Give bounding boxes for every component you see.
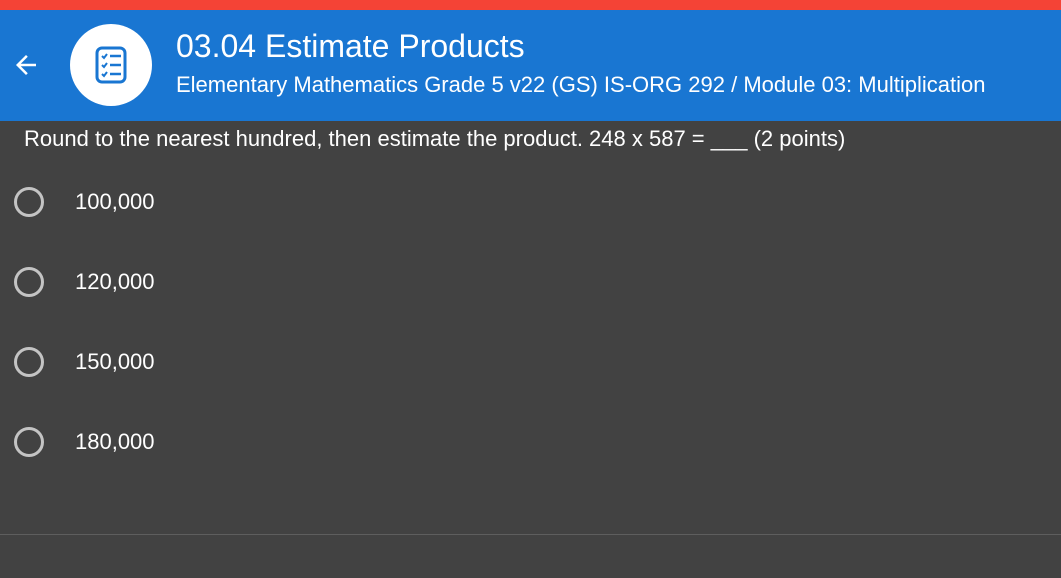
question-text: Round to the nearest hundred, then estim… bbox=[24, 126, 846, 151]
app-bar: 03.04 Estimate Products Elementary Mathe… bbox=[0, 10, 1061, 121]
back-button[interactable] bbox=[8, 47, 44, 83]
answer-label: 150,000 bbox=[75, 349, 155, 374]
answer-option-2[interactable]: 120,000 bbox=[14, 262, 414, 302]
radio-button[interactable] bbox=[14, 427, 44, 457]
page-title: 03.04 Estimate Products bbox=[176, 28, 525, 64]
answer-option-1[interactable]: 100,000 bbox=[14, 182, 414, 222]
course-breadcrumb: Elementary Mathematics Grade 5 v22 (GS) … bbox=[176, 72, 986, 97]
divider bbox=[0, 534, 1061, 535]
checklist-icon bbox=[95, 46, 127, 84]
lesson-avatar bbox=[70, 24, 152, 106]
status-strip bbox=[0, 0, 1061, 10]
arrow-left-icon bbox=[16, 55, 36, 75]
answer-option-4[interactable]: 180,000 bbox=[14, 422, 414, 462]
radio-button[interactable] bbox=[14, 347, 44, 377]
answer-label: 180,000 bbox=[75, 429, 155, 454]
radio-button[interactable] bbox=[14, 187, 44, 217]
radio-button[interactable] bbox=[14, 267, 44, 297]
answer-label: 100,000 bbox=[75, 189, 155, 214]
answer-label: 120,000 bbox=[75, 269, 155, 294]
answer-option-3[interactable]: 150,000 bbox=[14, 342, 414, 382]
